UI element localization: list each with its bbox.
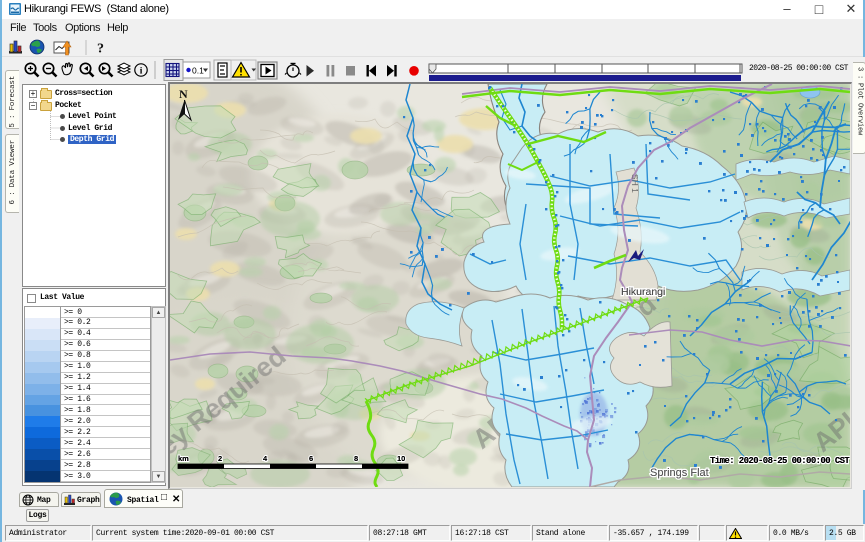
svg-text:Hikurangi: Hikurangi [621, 286, 665, 298]
svg-text:i: i [140, 67, 143, 77]
svg-text:?: ? [97, 42, 104, 57]
svg-text:Springs Flat: Springs Flat [650, 467, 709, 479]
svg-text:N: N [179, 87, 188, 101]
svg-text:km: km [178, 454, 189, 463]
svg-text:2: 2 [218, 454, 222, 463]
svg-text:6: 6 [309, 454, 313, 463]
svg-text:0.1: 0.1 [192, 66, 204, 76]
svg-text:Time: 2020-08-25 00:00:00 CST: Time: 2020-08-25 00:00:00 CST [710, 456, 850, 466]
svg-text:10: 10 [397, 454, 405, 463]
svg-text:SH 1: SH 1 [630, 174, 640, 193]
svg-text:8: 8 [354, 454, 358, 463]
